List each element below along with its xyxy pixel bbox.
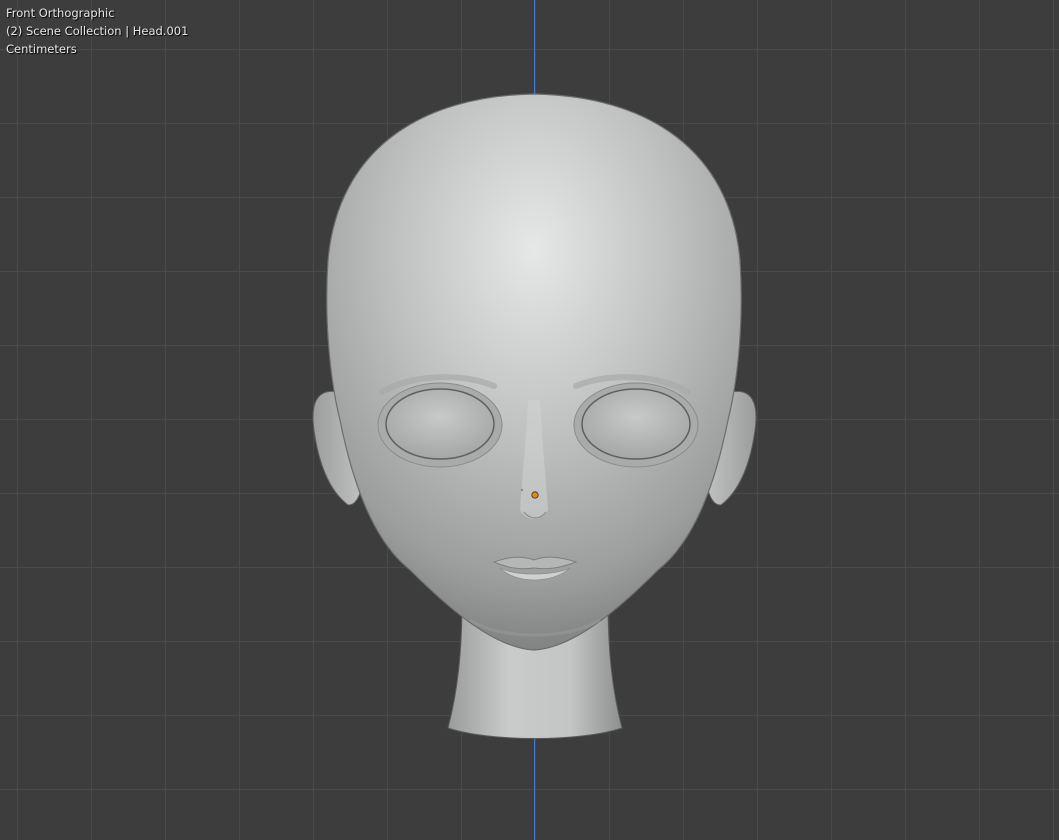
units-label: Centimeters	[6, 42, 77, 56]
viewport-overlay-text: Front Orthographic (2) Scene Collection …	[6, 4, 188, 58]
right-eye	[581, 388, 691, 460]
cursor-dot	[520, 488, 524, 492]
collection-info-label: (2) Scene Collection | Head.001	[6, 24, 189, 38]
3d-viewport[interactable]: Front Orthographic (2) Scene Collection …	[0, 0, 1059, 840]
view-name-label: Front Orthographic	[6, 6, 115, 20]
left-eye	[385, 388, 495, 460]
object-origin	[531, 491, 539, 499]
head-mesh[interactable]	[0, 0, 1059, 840]
